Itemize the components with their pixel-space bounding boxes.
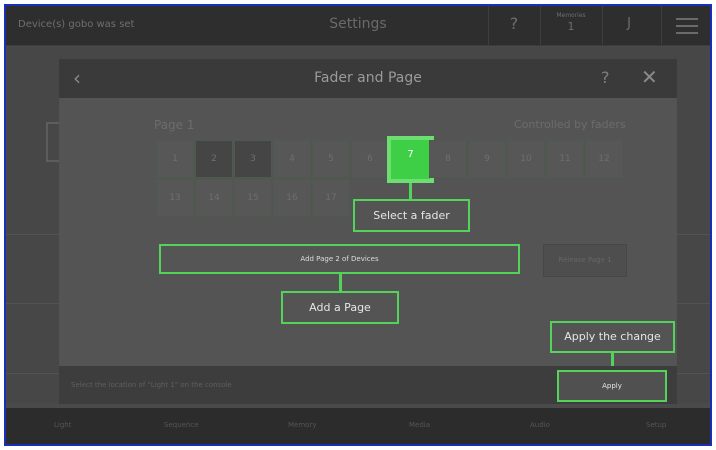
fader-3[interactable]: 3 [234,140,272,178]
fader-14[interactable]: 14 [195,179,233,217]
callout-connector [339,274,342,292]
add-page-callout: Add a Page [281,291,399,324]
fader-2[interactable]: 2 [195,140,233,178]
add-page-button[interactable]: Add Page 2 of Devices [159,244,520,274]
release-page-button[interactable]: Release Page 1 [543,244,627,277]
apply-button[interactable]: Apply [557,370,667,402]
tab-audio[interactable]: Audio [530,421,550,429]
page-title: Settings [329,16,387,32]
fader-17[interactable]: 17 [312,179,350,217]
fader-9[interactable]: 9 [468,140,506,178]
help-button[interactable]: ? [499,14,529,33]
fader-8[interactable]: 8 [429,140,467,178]
fader-4[interactable]: 4 [273,140,311,178]
fader-13[interactable]: 13 [156,179,194,217]
dialog-help-button[interactable]: ? [601,68,610,87]
memory-indicator[interactable]: Memories 1 [546,12,596,33]
divider [602,6,603,46]
divider [488,6,489,46]
bottom-tab-bar: Light Sequence Memory Media Audio Setup [6,408,710,444]
top-bar: Device(s) gobo was set Settings ? Memori… [6,6,710,46]
memory-value: 1 [567,20,575,33]
controlled-label: Controlled by faders [514,118,626,131]
footer-instruction: Select the location of "Light 1" on the … [71,381,232,389]
dialog-title: Fader and Page [314,70,422,86]
tab-light[interactable]: Light [54,421,71,429]
menu-icon[interactable] [676,18,698,34]
select-fader-callout: Select a fader [353,199,470,232]
fader-7-selected[interactable]: 7 [387,136,434,183]
tab-media[interactable]: Media [409,421,430,429]
fader-11[interactable]: 11 [546,140,584,178]
fader-5[interactable]: 5 [312,140,350,178]
close-icon[interactable]: ✕ [641,65,658,89]
tab-memory[interactable]: Memory [288,421,316,429]
divider [661,6,662,46]
fader-12[interactable]: 12 [585,140,623,178]
fader-10[interactable]: 10 [507,140,545,178]
page-label: Page 1 [154,118,195,132]
tab-setup[interactable]: Setup [646,421,666,429]
fader-15[interactable]: 15 [234,179,272,217]
user-button[interactable]: J [616,16,642,31]
fader-16[interactable]: 16 [273,179,311,217]
callout-connector [409,183,412,200]
dialog-header: ‹ Fader and Page ? ✕ [59,59,677,98]
fader-6[interactable]: 6 [351,140,389,178]
fader-page-dialog: ‹ Fader and Page ? ✕ Page 1 Controlled b… [59,59,677,404]
memory-label: Memories [556,12,586,19]
apply-change-callout: Apply the change [550,321,675,353]
fader-1[interactable]: 1 [156,140,194,178]
app-window: Device(s) gobo was set Settings ? Memori… [4,4,712,446]
tab-sequence[interactable]: Sequence [164,421,199,429]
divider [540,6,541,46]
